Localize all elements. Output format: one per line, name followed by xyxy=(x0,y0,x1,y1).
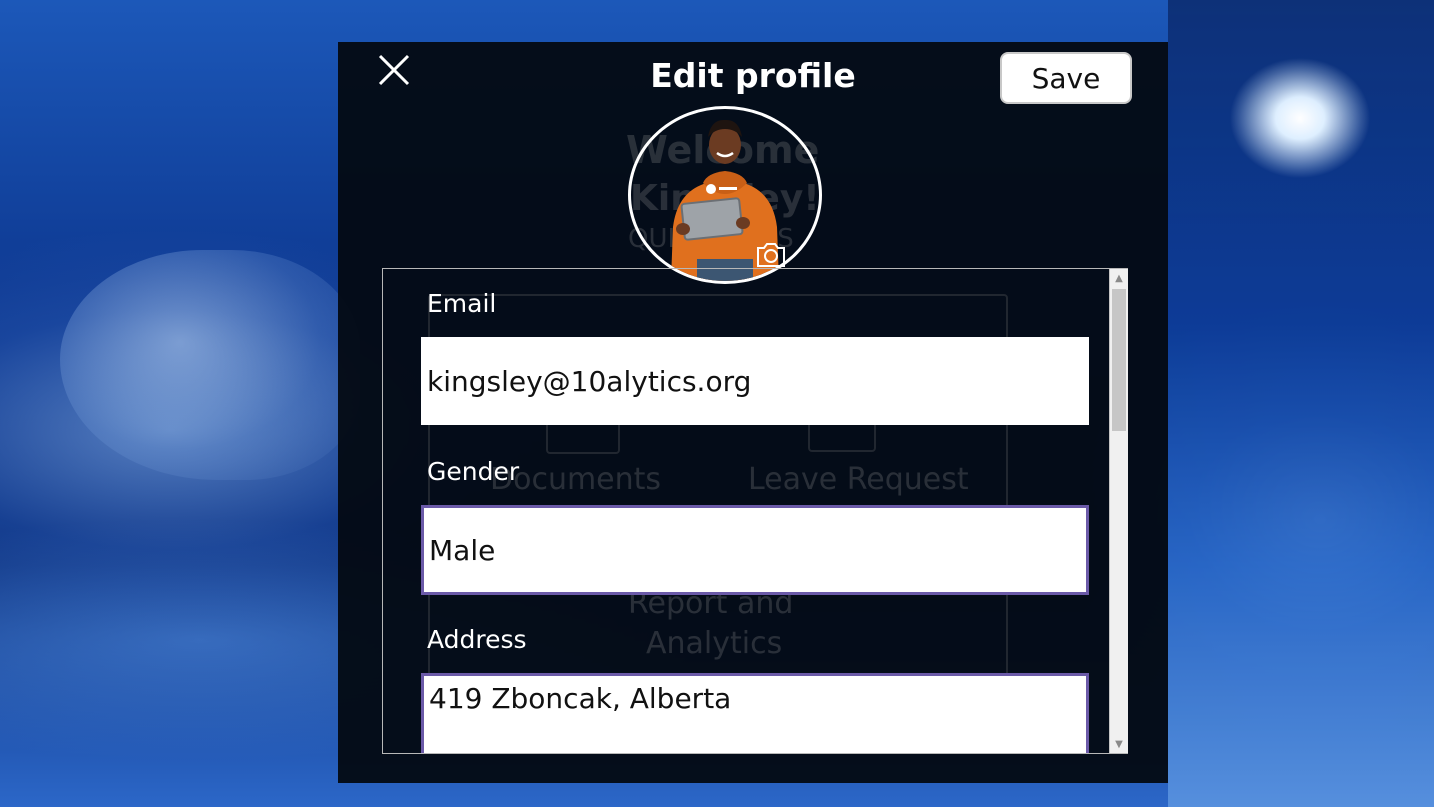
gender-label: Gender xyxy=(427,457,520,486)
edit-profile-dialog: Welcome Kingsley! QUICK LINKS Documents … xyxy=(338,42,1168,783)
background-light xyxy=(1168,0,1434,807)
avatar[interactable] xyxy=(628,106,822,284)
camera-icon[interactable] xyxy=(754,240,788,270)
gender-field[interactable]: Male xyxy=(421,505,1089,595)
scroll-thumb[interactable] xyxy=(1112,289,1126,431)
form-scrollbar[interactable]: ▲ ▼ xyxy=(1109,269,1128,753)
address-label: Address xyxy=(427,625,527,654)
address-field[interactable]: 419 Zboncak, Alberta xyxy=(421,673,1089,753)
email-label: Email xyxy=(427,289,497,318)
profile-form: Email kingsley@10alytics.org Gender Male… xyxy=(382,268,1128,754)
email-field[interactable]: kingsley@10alytics.org xyxy=(421,337,1089,425)
scroll-up-arrow-icon[interactable]: ▲ xyxy=(1110,269,1128,287)
save-button[interactable]: Save xyxy=(1000,52,1132,104)
scroll-down-arrow-icon[interactable]: ▼ xyxy=(1110,735,1128,753)
